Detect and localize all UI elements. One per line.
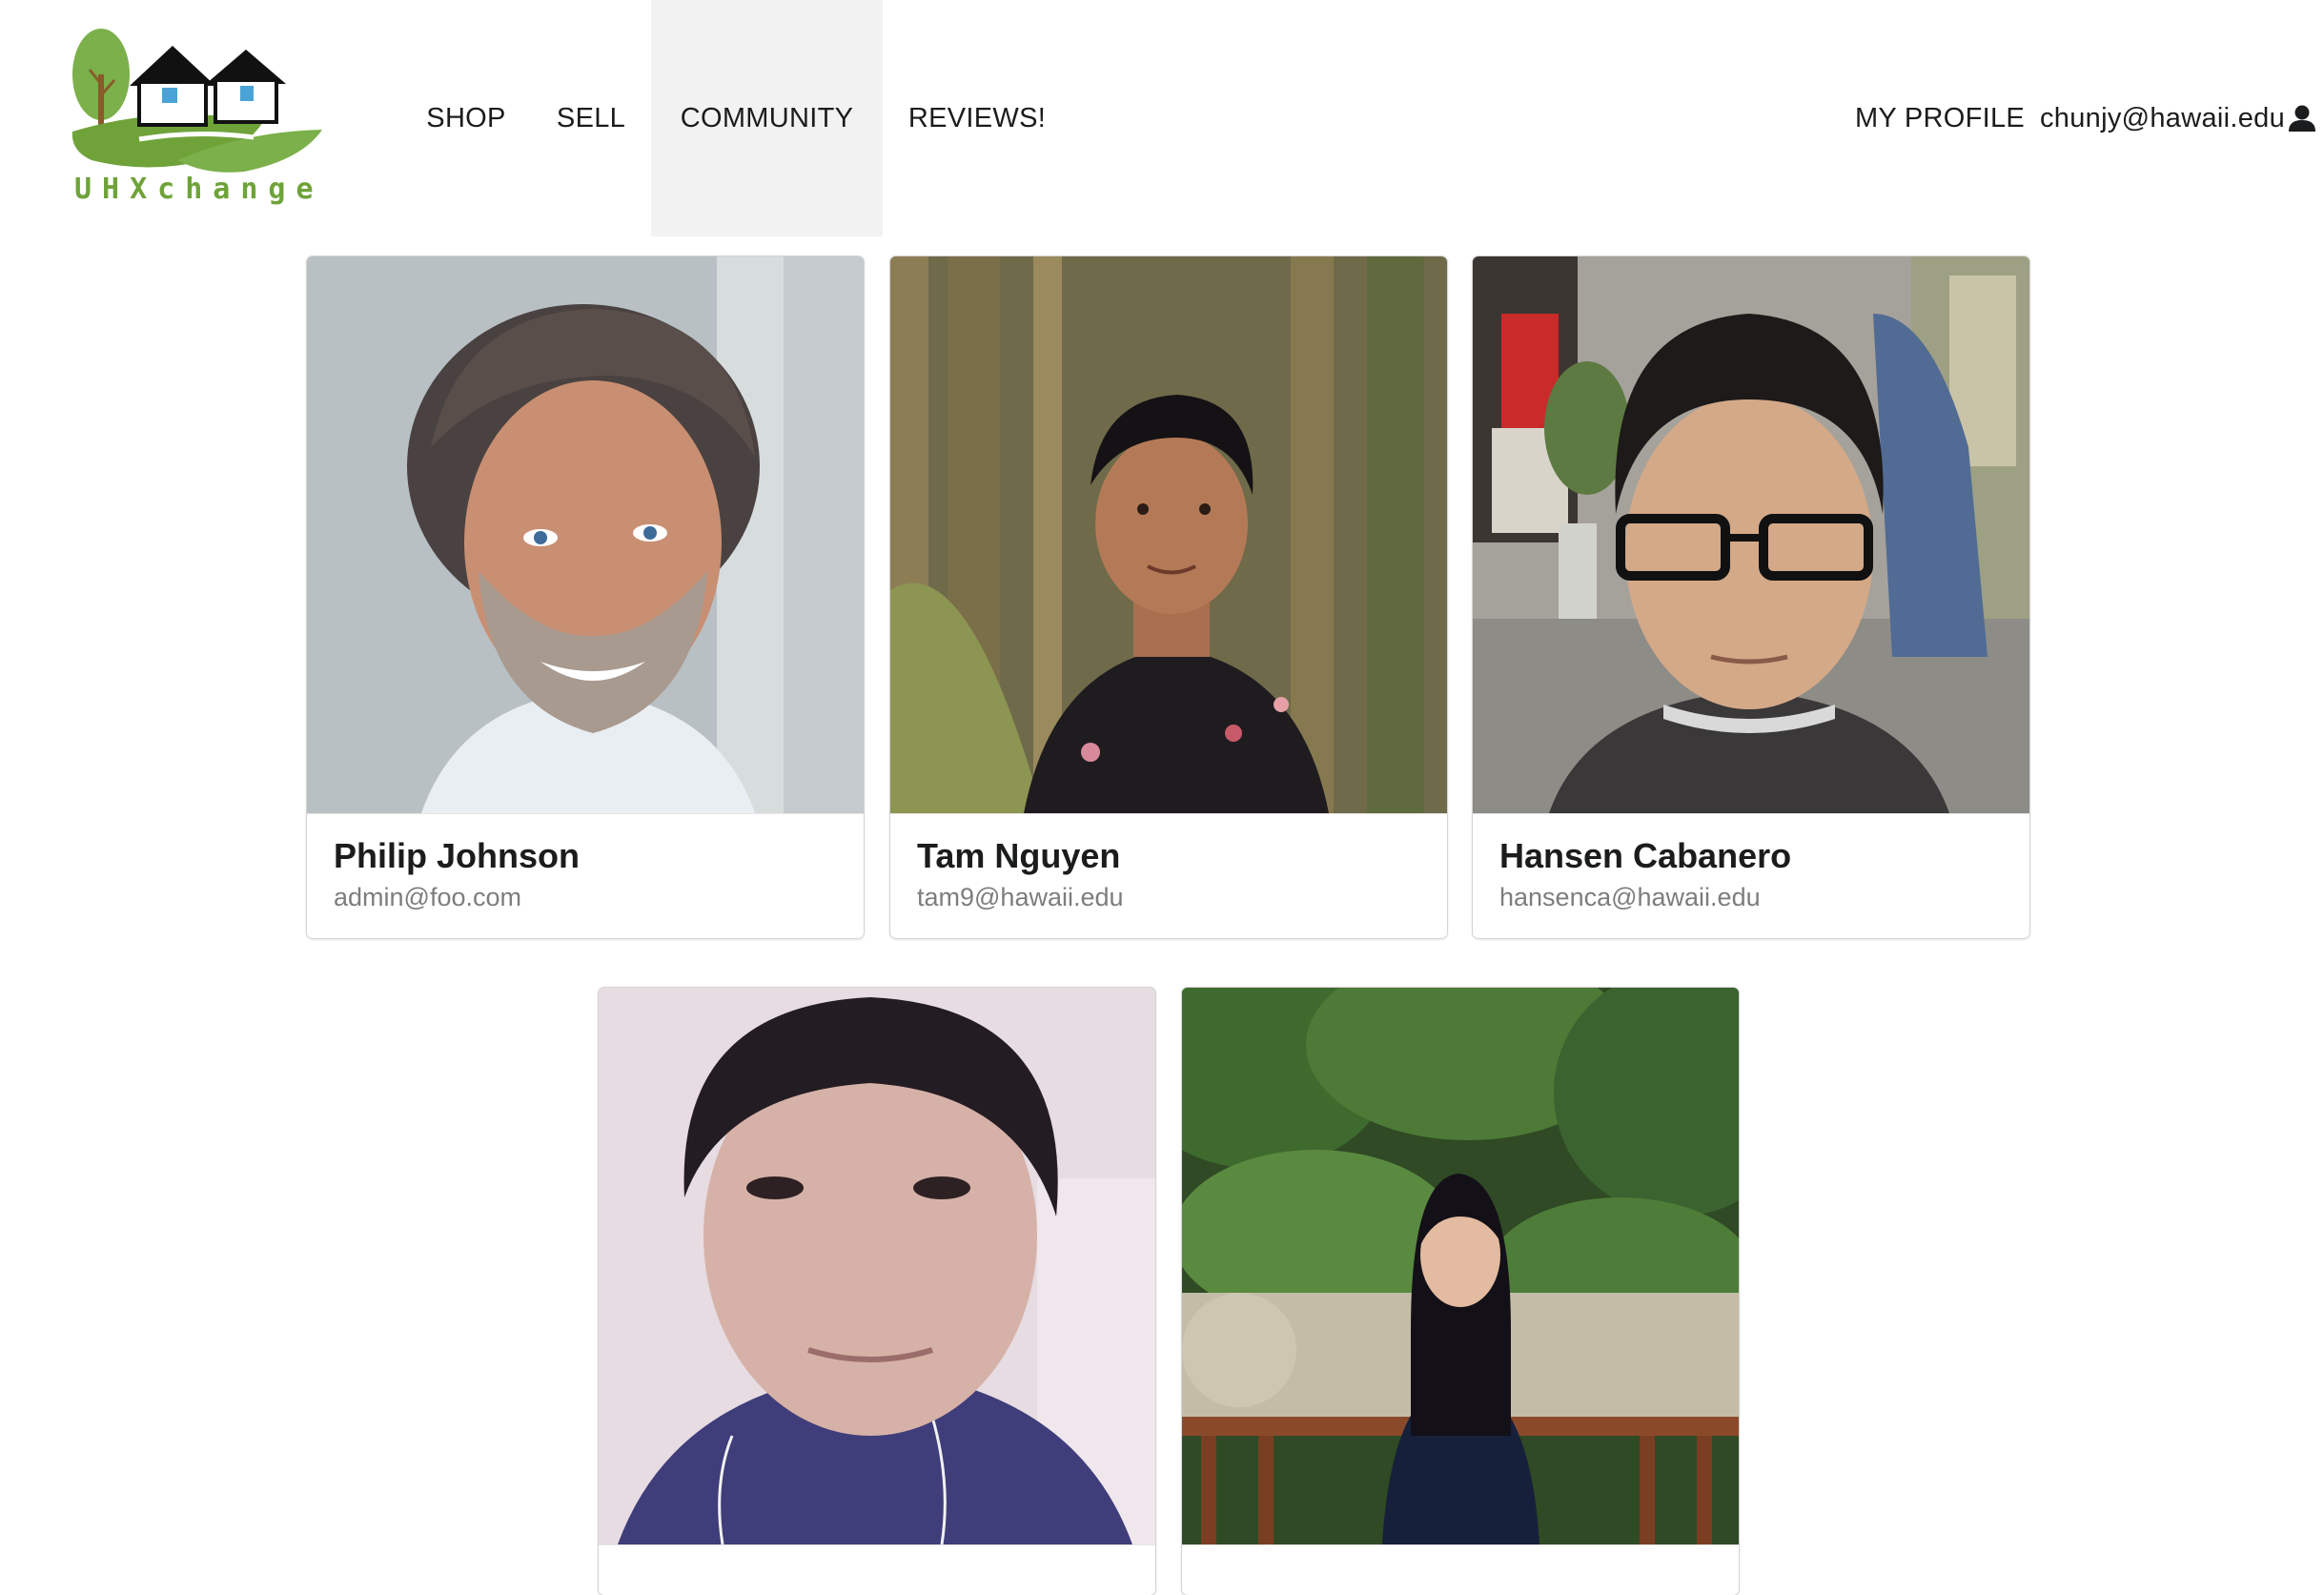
user-email: chunjy@hawaii.edu — [2040, 102, 2286, 133]
profile-email: admin@foo.com — [334, 883, 521, 911]
nav-community[interactable]: COMMUNITY — [651, 0, 883, 236]
profile-photo — [599, 988, 1155, 1544]
user-icon — [2288, 104, 2316, 133]
profile-card-content: Philip Johnson admin@foo.com — [307, 813, 864, 938]
user-menu[interactable]: chunjy@hawaii.edu — [2040, 0, 2316, 236]
top-navbar: UHXchange SHOP SELL COMMUNITY REVIEWS! M… — [0, 0, 2324, 236]
nav-sell-label: SELL — [556, 102, 626, 133]
profile-card-content — [1182, 1544, 1739, 1595]
nav-shop[interactable]: SHOP — [406, 0, 526, 236]
profile-card[interactable]: Philip Johnson admin@foo.com — [307, 256, 864, 938]
nav-sell[interactable]: SELL — [538, 0, 644, 236]
nav-reviews[interactable]: REVIEWS! — [887, 0, 1068, 236]
profile-card-content: Hansen Cabanero hansenca@hawaii.edu — [1473, 813, 2029, 938]
profile-email: hansenca@hawaii.edu — [1499, 883, 1761, 911]
profile-photo — [890, 256, 1447, 813]
logo-graphic: UHXchange — [71, 29, 324, 206]
profile-name: Hansen Cabanero — [1499, 836, 1792, 875]
nav-reviews-label: REVIEWS! — [907, 102, 1047, 133]
profile-photo — [1473, 256, 2029, 813]
uhxchange-logo[interactable]: UHXchange — [63, 17, 330, 208]
profile-card[interactable] — [1182, 988, 1739, 1595]
nav-community-label: COMMUNITY — [680, 102, 854, 133]
profile-card[interactable] — [599, 988, 1155, 1595]
profile-card-content: Tam Nguyen tam9@hawaii.edu — [890, 813, 1447, 938]
profile-name: Philip Johnson — [334, 836, 580, 875]
profile-card-content — [599, 1544, 1155, 1595]
profile-photo — [307, 256, 864, 813]
profile-photo — [1182, 988, 1739, 1544]
logo-text: UHXchange — [74, 173, 324, 206]
nav-shop-label: SHOP — [426, 102, 506, 133]
nav-my-profile-label: MY PROFILE — [1854, 102, 2026, 133]
profile-card[interactable]: Hansen Cabanero hansenca@hawaii.edu — [1473, 256, 2029, 938]
profile-email: tam9@hawaii.edu — [917, 883, 1124, 911]
profile-card[interactable]: Tam Nguyen tam9@hawaii.edu — [890, 256, 1447, 938]
profile-name: Tam Nguyen — [917, 836, 1121, 875]
nav-my-profile[interactable]: MY PROFILE — [1840, 0, 2040, 236]
